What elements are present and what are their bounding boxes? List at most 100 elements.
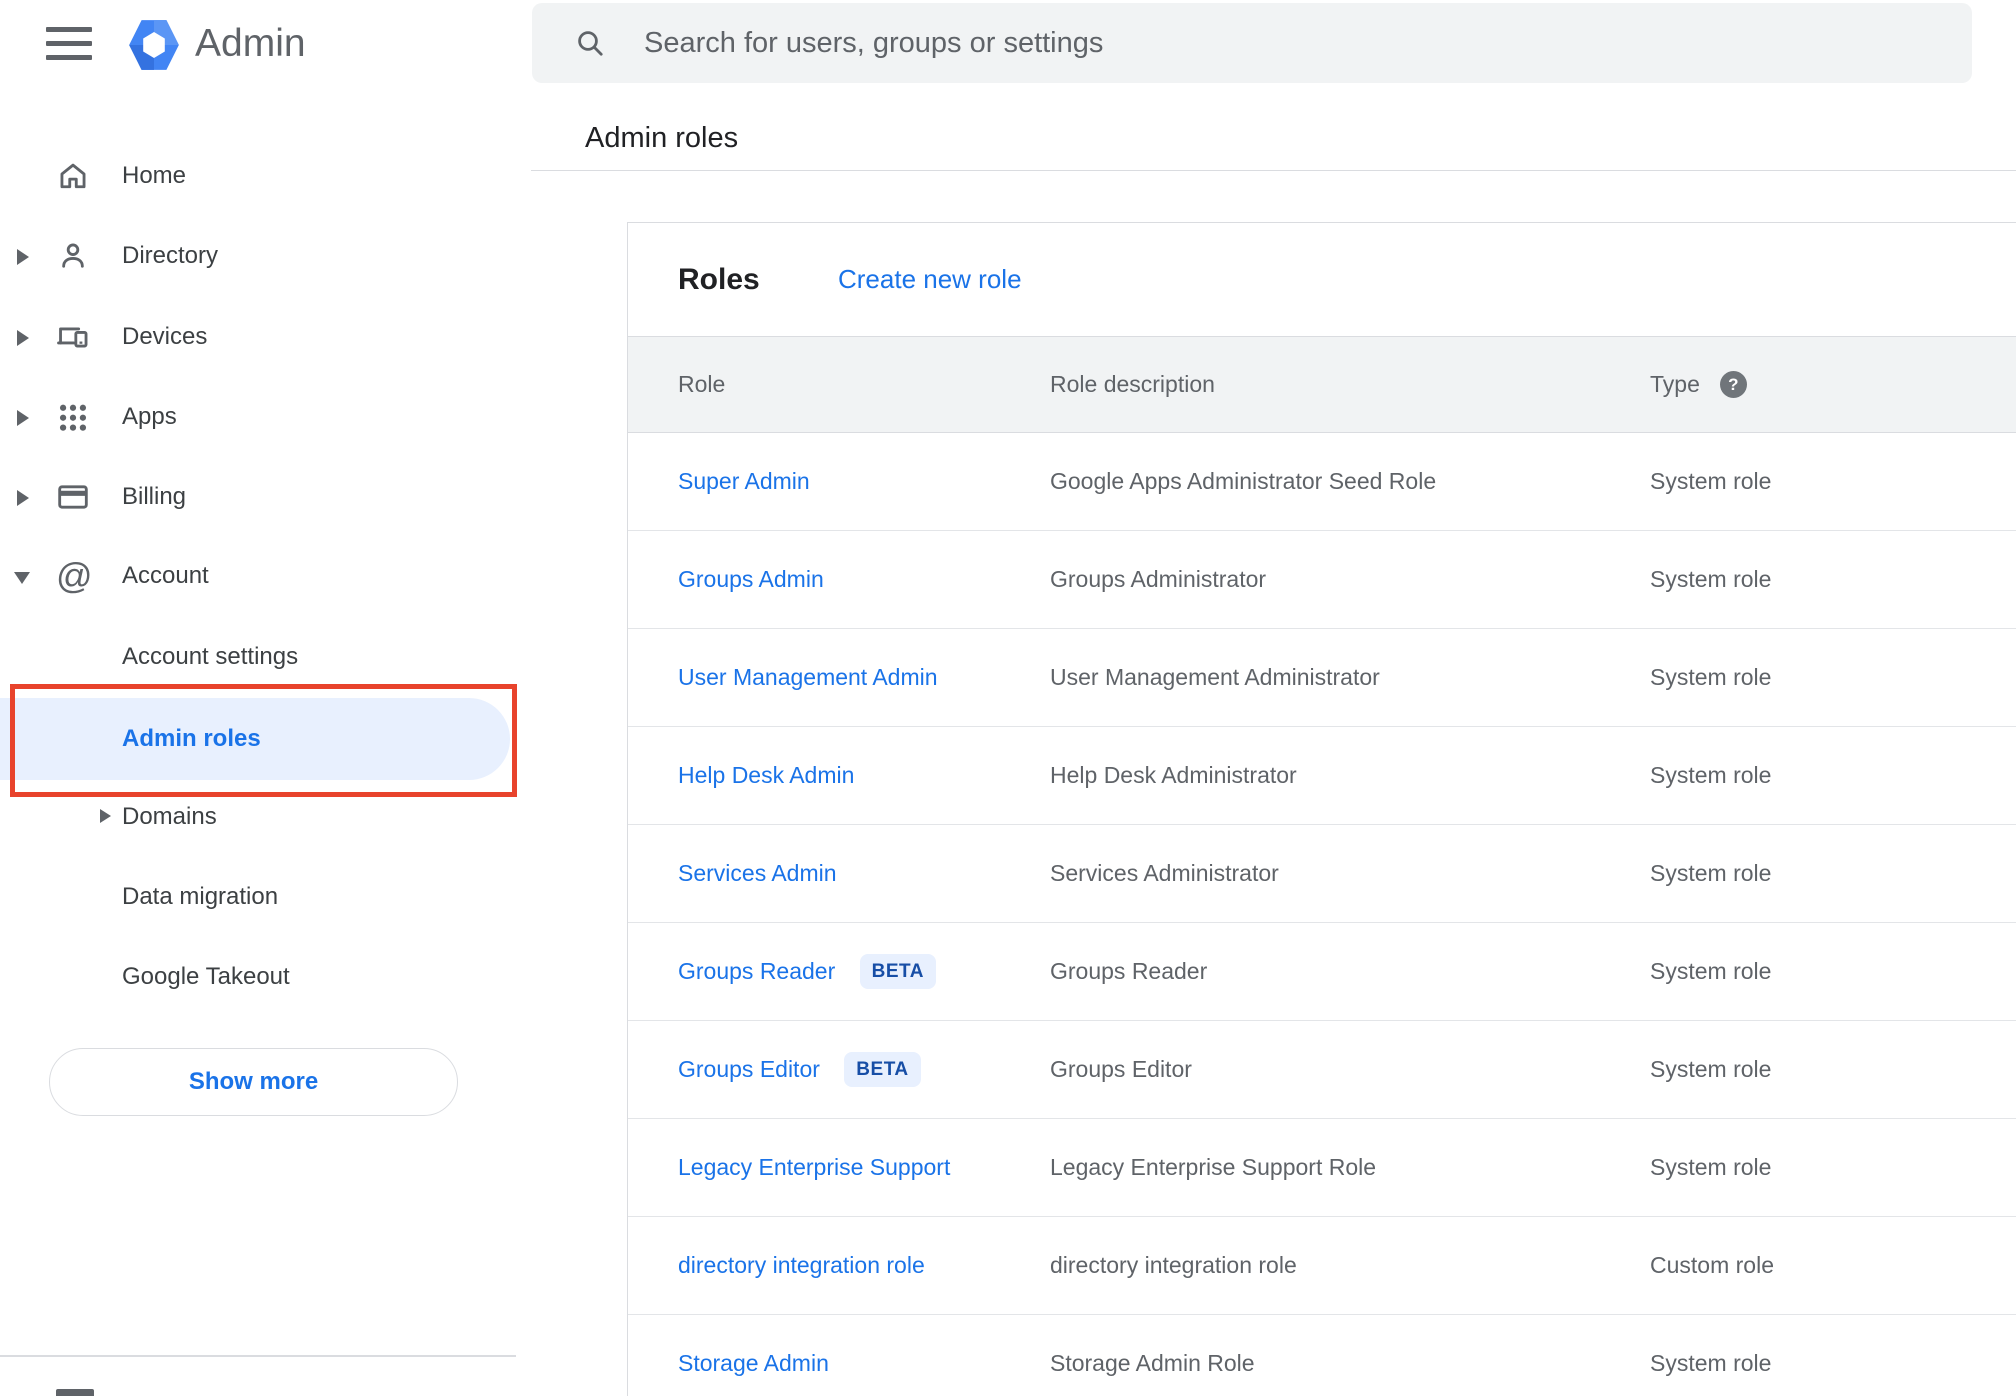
role-type: System role — [1650, 468, 1772, 494]
sidebar-item-label: Billing — [122, 483, 187, 510]
expand-arrow-icon — [100, 809, 111, 823]
sidebar-item-apps[interactable]: Apps — [0, 377, 516, 457]
devices-icon — [56, 320, 90, 354]
role-link[interactable]: Groups Reader — [678, 958, 835, 984]
sidebar-item-label: Apps — [122, 403, 177, 430]
table-header-row: Role Role description Type ? — [628, 336, 2016, 433]
role-link[interactable]: User Management Admin — [678, 664, 938, 690]
beta-badge: BETA — [844, 1052, 921, 1087]
admin-logo[interactable]: Admin — [127, 14, 387, 74]
table-row: Groups Admin Groups Administrator System… — [628, 531, 2016, 629]
sidebar-item-domains[interactable]: Domains — [0, 777, 516, 857]
sidebar-item-label: Devices — [122, 323, 208, 350]
role-link[interactable]: Help Desk Admin — [678, 762, 854, 788]
role-description: Groups Reader — [1050, 958, 1208, 984]
main-content: Admin roles Roles Create new role Role R… — [516, 0, 2016, 1396]
sidebar-item-google-takeout[interactable]: Google Takeout — [0, 937, 516, 1017]
sidebar-item-account-settings[interactable]: Account settings — [0, 617, 516, 697]
role-link[interactable]: Groups Admin — [678, 566, 824, 592]
table-row: Legacy Enterprise Support Legacy Enterpr… — [628, 1119, 2016, 1217]
role-type: System role — [1650, 762, 1772, 788]
role-type: System role — [1650, 860, 1772, 886]
table-row: User Management Admin User Management Ad… — [628, 629, 2016, 727]
role-type: Custom role — [1650, 1252, 1774, 1278]
beta-badge: BETA — [859, 954, 936, 989]
roles-table-body: Super Admin Google Apps Administrator Se… — [628, 433, 2016, 1396]
role-description: Help Desk Administrator — [1050, 762, 1297, 788]
sidebar-item-label: Account — [122, 562, 209, 589]
expand-arrow-icon — [17, 490, 29, 506]
table-row: Storage Admin Storage Admin Role System … — [628, 1315, 2016, 1396]
sidebar-item-label: Data migration — [122, 883, 279, 910]
sidebar-item-label: Google Takeout — [122, 963, 290, 990]
column-header-description: Role description — [1050, 371, 1215, 397]
table-row: Services Admin Services Administrator Sy… — [628, 825, 2016, 923]
role-type: System role — [1650, 566, 1772, 592]
clipped-sidebar-icon — [56, 1389, 94, 1396]
admin-hexagon-icon — [129, 20, 179, 70]
search-input[interactable] — [644, 3, 1934, 83]
sidebar-item-label: Directory — [122, 242, 219, 269]
role-link[interactable]: directory integration role — [678, 1252, 925, 1278]
app-title: Admin — [195, 22, 306, 65]
column-header-type: Type — [1650, 371, 1700, 397]
table-row: Super Admin Google Apps Administrator Se… — [628, 433, 2016, 531]
role-link[interactable]: Super Admin — [678, 468, 810, 494]
breadcrumb: Admin roles — [585, 122, 739, 154]
card-title: Roles — [678, 263, 760, 296]
person-icon — [56, 239, 90, 273]
sidebar-item-label: Account settings — [122, 643, 299, 670]
create-new-role-link[interactable]: Create new role — [838, 223, 1022, 336]
role-link[interactable]: Storage Admin — [678, 1350, 829, 1376]
expand-arrow-icon — [17, 410, 29, 426]
home-icon — [56, 159, 90, 193]
roles-card-header: Roles Create new role — [628, 223, 2016, 336]
expand-arrow-icon — [17, 330, 29, 346]
menu-icon[interactable] — [40, 18, 98, 70]
sidebar-item-label: Home — [122, 162, 187, 189]
role-type: System role — [1650, 1350, 1772, 1376]
role-description: directory integration role — [1050, 1252, 1297, 1278]
collapse-arrow-icon — [14, 572, 30, 584]
table-row: Help Desk Admin Help Desk Administrator … — [628, 727, 2016, 825]
google-admin-console: Admin Home Directory Devices Apps Billin… — [0, 0, 2016, 1396]
show-more-button[interactable]: Show more — [49, 1048, 458, 1116]
role-type: System role — [1650, 1056, 1772, 1082]
sidebar-item-billing[interactable]: Billing — [0, 457, 516, 537]
role-link[interactable]: Legacy Enterprise Support — [678, 1154, 950, 1180]
role-link[interactable]: Services Admin — [678, 860, 837, 886]
sidebar-item-devices[interactable]: Devices — [0, 297, 516, 377]
sidebar-item-data-migration[interactable]: Data migration — [0, 857, 516, 937]
sidebar-item-admin-roles[interactable]: Admin roles — [0, 698, 510, 780]
role-description: Google Apps Administrator Seed Role — [1050, 468, 1437, 494]
expand-arrow-icon — [17, 249, 29, 265]
header-divider — [531, 170, 2016, 171]
roles-card: Roles Create new role Role Role descript… — [627, 222, 2016, 1396]
role-description: Groups Editor — [1050, 1056, 1192, 1082]
role-type: System role — [1650, 1154, 1772, 1180]
role-description: Legacy Enterprise Support Role — [1050, 1154, 1377, 1180]
sidebar: Admin Home Directory Devices Apps Billin… — [0, 0, 517, 1396]
sidebar-item-directory[interactable]: Directory — [0, 216, 516, 296]
sidebar-item-label: Admin roles — [122, 725, 261, 752]
search-icon[interactable] — [574, 27, 606, 64]
role-description: Services Administrator — [1050, 860, 1279, 886]
credit-card-icon — [56, 480, 90, 514]
sidebar-item-home[interactable]: Home — [0, 136, 516, 216]
column-header-role: Role — [678, 371, 726, 397]
apps-grid-icon — [56, 400, 90, 434]
table-row: Groups Reader BETA Groups Reader System … — [628, 923, 2016, 1021]
role-type: System role — [1650, 664, 1772, 690]
table-row: Groups Editor BETA Groups Editor System … — [628, 1021, 2016, 1119]
help-icon[interactable]: ? — [1719, 371, 1747, 398]
sidebar-bottom-divider — [0, 1355, 516, 1357]
role-link[interactable]: Groups Editor — [678, 1056, 820, 1082]
at-sign-icon: @ — [56, 555, 93, 596]
role-description: Storage Admin Role — [1050, 1350, 1255, 1376]
sidebar-item-label: Domains — [122, 803, 217, 830]
sidebar-item-account[interactable]: @ Account — [0, 536, 516, 616]
role-description: User Management Administrator — [1050, 664, 1380, 690]
search-bar — [532, 3, 1972, 83]
table-row: directory integration role directory int… — [628, 1217, 2016, 1315]
role-type: System role — [1650, 958, 1772, 984]
